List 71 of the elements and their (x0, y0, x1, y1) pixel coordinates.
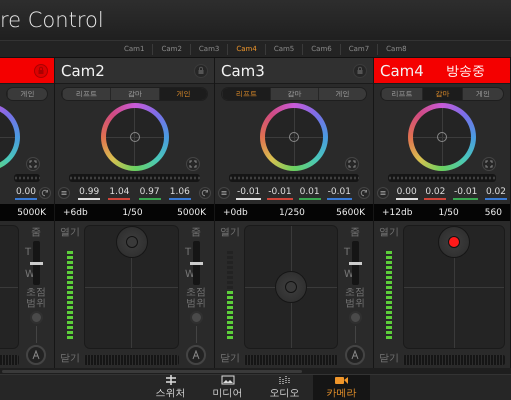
iris-close-label: 닫기 (220, 352, 240, 365)
letter-a-icon (191, 350, 201, 360)
joystick-handle[interactable] (438, 226, 470, 258)
color-value[interactable]: 0.97 (138, 186, 161, 200)
nav-button[interactable]: 카메라 (313, 375, 370, 400)
focus-label: 초점 범위 (25, 287, 47, 309)
iris-open-label: 열기 (60, 226, 80, 239)
zoom-label: 줌 (191, 226, 201, 239)
tele-label: T (185, 246, 192, 258)
camera-name: Cam4 (380, 62, 424, 80)
fullscreen-icon[interactable] (345, 157, 359, 171)
reset-icon[interactable] (198, 187, 211, 199)
letter-a-icon (350, 350, 360, 360)
setting-value[interactable]: 1/250 (278, 208, 305, 218)
setting-value[interactable]: +0db (223, 208, 248, 218)
letter-a-icon (31, 350, 41, 360)
app-title: re Control (0, 8, 104, 32)
setting-value[interactable]: 1/50 (122, 208, 143, 218)
joystick-handle[interactable] (275, 271, 307, 303)
color-value[interactable]: 1.04 (108, 186, 130, 200)
iris-close-label: 닫기 (60, 352, 80, 365)
menu-icon[interactable] (218, 187, 230, 199)
zoom-label: 줌 (350, 226, 360, 239)
nav-button[interactable]: 스위처 (142, 375, 199, 400)
camera-name: Cam3 (221, 62, 265, 80)
camera-name: Cam2 (61, 62, 105, 80)
color-value[interactable]: 1.06 (168, 186, 191, 200)
auto-focus-button[interactable] (26, 345, 46, 365)
camera-icon (334, 375, 348, 385)
reset-icon[interactable] (39, 187, 51, 199)
color-value[interactable]: 0.99 (78, 186, 100, 200)
fullscreen-icon[interactable] (186, 157, 200, 171)
tele-label: T (344, 246, 350, 258)
dial-strip[interactable] (14, 174, 40, 182)
iris-open-label: 열기 (379, 226, 399, 239)
color-value[interactable]: -0.01 (267, 186, 293, 200)
fullscreen-icon[interactable] (26, 157, 40, 171)
tele-label: T (25, 246, 32, 258)
color-value[interactable]: -0.01 (326, 186, 352, 200)
setting-value[interactable]: +12db (382, 208, 412, 218)
audio-levels-icon (278, 375, 292, 385)
setting-value[interactable]: 1/50 (438, 208, 459, 218)
setting-value[interactable]: +6db (63, 208, 88, 218)
image-icon (220, 375, 234, 385)
iris-open-label: 열기 (220, 226, 240, 239)
setting-value[interactable]: 5000K (177, 208, 206, 218)
nav-button[interactable]: 미디어 (199, 375, 256, 400)
color-value[interactable]: 0.00 (14, 186, 37, 200)
focus-label: 초점 범위 (344, 287, 366, 309)
color-value[interactable]: 0.02 (424, 186, 446, 200)
on-air-label: 방송중 (446, 62, 485, 80)
auto-focus-button[interactable] (186, 345, 206, 365)
color-value[interactable]: 0.02 (484, 186, 507, 200)
color-value[interactable]: -0.01 (236, 186, 262, 200)
focus-label: 초점 범위 (185, 287, 207, 309)
color-value[interactable]: -0.01 (453, 186, 478, 200)
zoom-label: 줌 (31, 226, 41, 239)
menu-icon[interactable] (58, 187, 70, 199)
color-value[interactable]: 0.00 (396, 186, 418, 200)
switcher-icon (164, 375, 178, 385)
joystick-handle[interactable] (116, 226, 148, 258)
nav-button[interactable]: 오디오 (256, 375, 313, 400)
menu-icon[interactable] (377, 187, 389, 199)
fullscreen-icon[interactable] (482, 157, 496, 171)
setting-value[interactable]: 5600K (336, 208, 365, 218)
setting-value[interactable]: 5000K (17, 208, 46, 218)
auto-focus-button[interactable] (345, 345, 365, 365)
reset-icon[interactable] (358, 187, 370, 199)
color-value[interactable]: 0.01 (298, 186, 321, 200)
iris-close-label: 닫기 (379, 352, 399, 365)
setting-value[interactable]: 560 (484, 208, 502, 218)
